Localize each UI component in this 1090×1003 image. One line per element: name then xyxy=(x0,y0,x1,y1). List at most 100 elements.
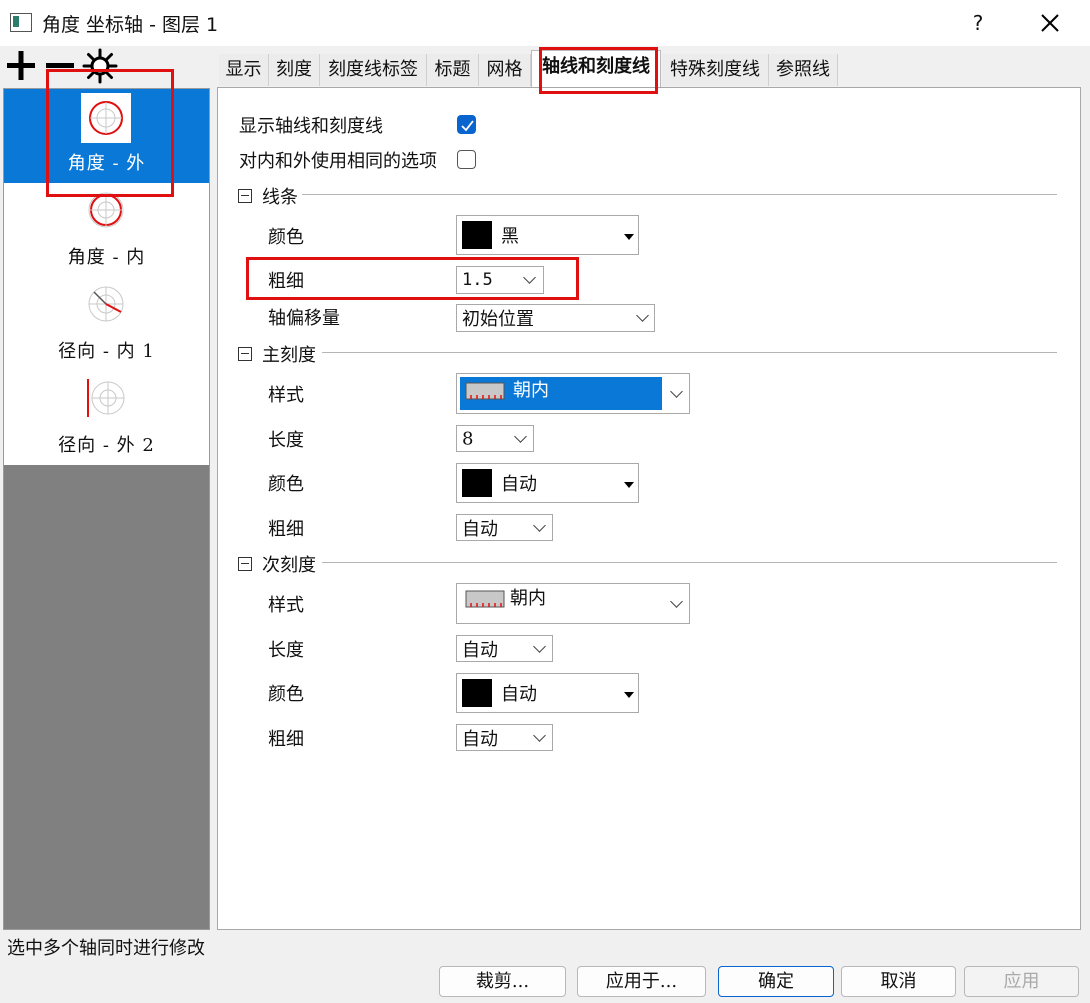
plus-icon xyxy=(7,51,35,80)
minor-color-label: 颜色 xyxy=(268,684,304,705)
axis-item-radial-inner-1[interactable]: 径向 - 内 1 xyxy=(4,277,209,371)
color-swatch xyxy=(462,469,492,497)
major-thickness-label: 粗细 xyxy=(268,519,304,540)
minor-color-value: 自动 xyxy=(501,684,537,705)
axis-offset-value: 初始位置 xyxy=(462,309,534,330)
line-thickness-label: 粗细 xyxy=(268,271,304,292)
collapse-line-section-icon[interactable] xyxy=(238,189,252,203)
close-button[interactable] xyxy=(1030,6,1070,40)
show-axis-ticks-label: 显示轴线和刻度线 xyxy=(239,116,383,137)
help-button[interactable]: ? xyxy=(964,8,992,38)
minor-color-dropdown[interactable]: 自动 xyxy=(456,673,639,713)
cancel-button[interactable]: 取消 xyxy=(841,966,956,997)
show-axis-ticks-checkbox[interactable] xyxy=(457,115,476,134)
axis-item-angular-outer[interactable]: 角度 - 外 xyxy=(4,89,209,183)
ok-button[interactable]: 确定 xyxy=(718,966,834,997)
polar-outer-icon xyxy=(81,93,131,143)
chevron-down-icon xyxy=(533,640,546,653)
chevron-down-icon xyxy=(670,385,683,398)
collapse-major-section-icon[interactable] xyxy=(238,347,252,361)
footer-hint: 选中多个轴同时进行修改 xyxy=(7,938,205,959)
color-swatch xyxy=(462,679,492,707)
tick-inward-icon xyxy=(465,590,505,608)
minor-thickness-dropdown[interactable]: 自动 xyxy=(456,724,553,751)
app-icon xyxy=(10,13,32,32)
chevron-down-icon xyxy=(523,271,536,284)
axis-item-label: 角度 - 外 xyxy=(67,153,146,174)
dropdown-arrow-icon xyxy=(624,234,634,240)
axis-item-label: 径向 - 内 1 xyxy=(58,341,155,362)
chevron-down-icon xyxy=(514,430,527,443)
tab-grids[interactable]: 网格 xyxy=(479,54,531,86)
axis-item-angular-inner[interactable]: 角度 - 内 xyxy=(4,183,209,277)
tab-line-and-ticks[interactable]: 轴线和刻度线 xyxy=(531,50,661,88)
line-color-dropdown[interactable]: 黑 xyxy=(456,215,639,255)
close-icon xyxy=(1041,14,1059,32)
line-thickness-dropdown[interactable]: 1.5 xyxy=(456,266,544,294)
tab-content-panel xyxy=(217,87,1081,930)
divider xyxy=(302,194,1057,195)
major-color-dropdown[interactable]: 自动 xyxy=(456,463,639,503)
line-thickness-value: 1.5 xyxy=(462,270,493,290)
major-length-value: 8 xyxy=(462,428,474,449)
minor-thickness-value: 自动 xyxy=(462,728,498,750)
tick-inward-icon xyxy=(465,382,505,400)
apply-to-button[interactable]: 应用于... xyxy=(577,966,706,997)
same-inner-outer-label: 对内和外使用相同的选项 xyxy=(239,151,437,172)
major-section-title: 主刻度 xyxy=(262,345,316,366)
dropdown-arrow-icon xyxy=(624,692,634,698)
major-style-label: 样式 xyxy=(268,385,304,406)
major-length-label: 长度 xyxy=(268,430,304,451)
minor-style-dropdown[interactable]: 朝内 xyxy=(456,583,690,624)
line-color-label: 颜色 xyxy=(268,227,304,248)
tab-reference-lines[interactable]: 参照线 xyxy=(769,54,838,86)
collapse-minor-section-icon[interactable] xyxy=(238,557,252,571)
major-color-value: 自动 xyxy=(501,474,537,495)
polar-inner-icon xyxy=(81,185,131,235)
apply-button[interactable]: 应用 xyxy=(964,966,1079,997)
line-color-value: 黑 xyxy=(501,226,519,247)
divider xyxy=(322,562,1057,563)
chevron-down-icon xyxy=(533,519,546,532)
chevron-down-icon xyxy=(533,729,546,742)
minor-style-value: 朝内 xyxy=(510,588,546,609)
major-length-dropdown[interactable]: 8 xyxy=(456,425,534,452)
tab-title[interactable]: 标题 xyxy=(427,54,479,86)
minor-length-value: 自动 xyxy=(462,639,498,661)
crop-button[interactable]: 裁剪... xyxy=(439,966,566,997)
remove-axis-button[interactable] xyxy=(44,46,76,84)
minus-icon xyxy=(46,63,74,68)
major-thickness-dropdown[interactable]: 自动 xyxy=(456,514,553,541)
chevron-down-icon xyxy=(670,595,683,608)
tab-tick-labels[interactable]: 刻度线标签 xyxy=(320,54,427,86)
major-style-dropdown[interactable]: 朝内 xyxy=(456,373,690,414)
settings-button[interactable] xyxy=(82,48,118,84)
window-title: 角度 坐标轴 - 图层 1 xyxy=(42,14,219,36)
axis-offset-label: 轴偏移量 xyxy=(268,308,340,329)
add-axis-button[interactable] xyxy=(5,46,37,84)
major-thickness-value: 自动 xyxy=(462,518,498,540)
gear-icon xyxy=(82,48,118,84)
color-swatch xyxy=(462,221,492,249)
minor-style-label: 样式 xyxy=(268,595,304,616)
same-inner-outer-checkbox[interactable] xyxy=(457,150,476,169)
major-style-value: 朝内 xyxy=(513,380,549,401)
divider xyxy=(322,352,1057,353)
minor-length-label: 长度 xyxy=(268,640,304,661)
tab-special-ticks[interactable]: 特殊刻度线 xyxy=(662,54,769,86)
axis-item-label: 径向 - 外 2 xyxy=(58,435,155,456)
radial-inner-icon xyxy=(81,279,131,329)
check-icon xyxy=(461,120,474,132)
major-color-label: 颜色 xyxy=(268,474,304,495)
chevron-down-icon xyxy=(636,309,649,322)
tab-display[interactable]: 显示 xyxy=(219,54,269,86)
axis-item-radial-outer-2[interactable]: 径向 - 外 2 xyxy=(4,371,209,465)
dropdown-arrow-icon xyxy=(624,482,634,488)
minor-thickness-label: 粗细 xyxy=(268,729,304,750)
axis-offset-dropdown[interactable]: 初始位置 xyxy=(456,304,655,332)
line-section-title: 线条 xyxy=(262,187,298,208)
tab-scale[interactable]: 刻度 xyxy=(269,54,320,86)
minor-length-dropdown[interactable]: 自动 xyxy=(456,635,553,662)
radial-outer-icon xyxy=(81,373,131,423)
axis-item-label: 角度 - 内 xyxy=(67,247,146,268)
